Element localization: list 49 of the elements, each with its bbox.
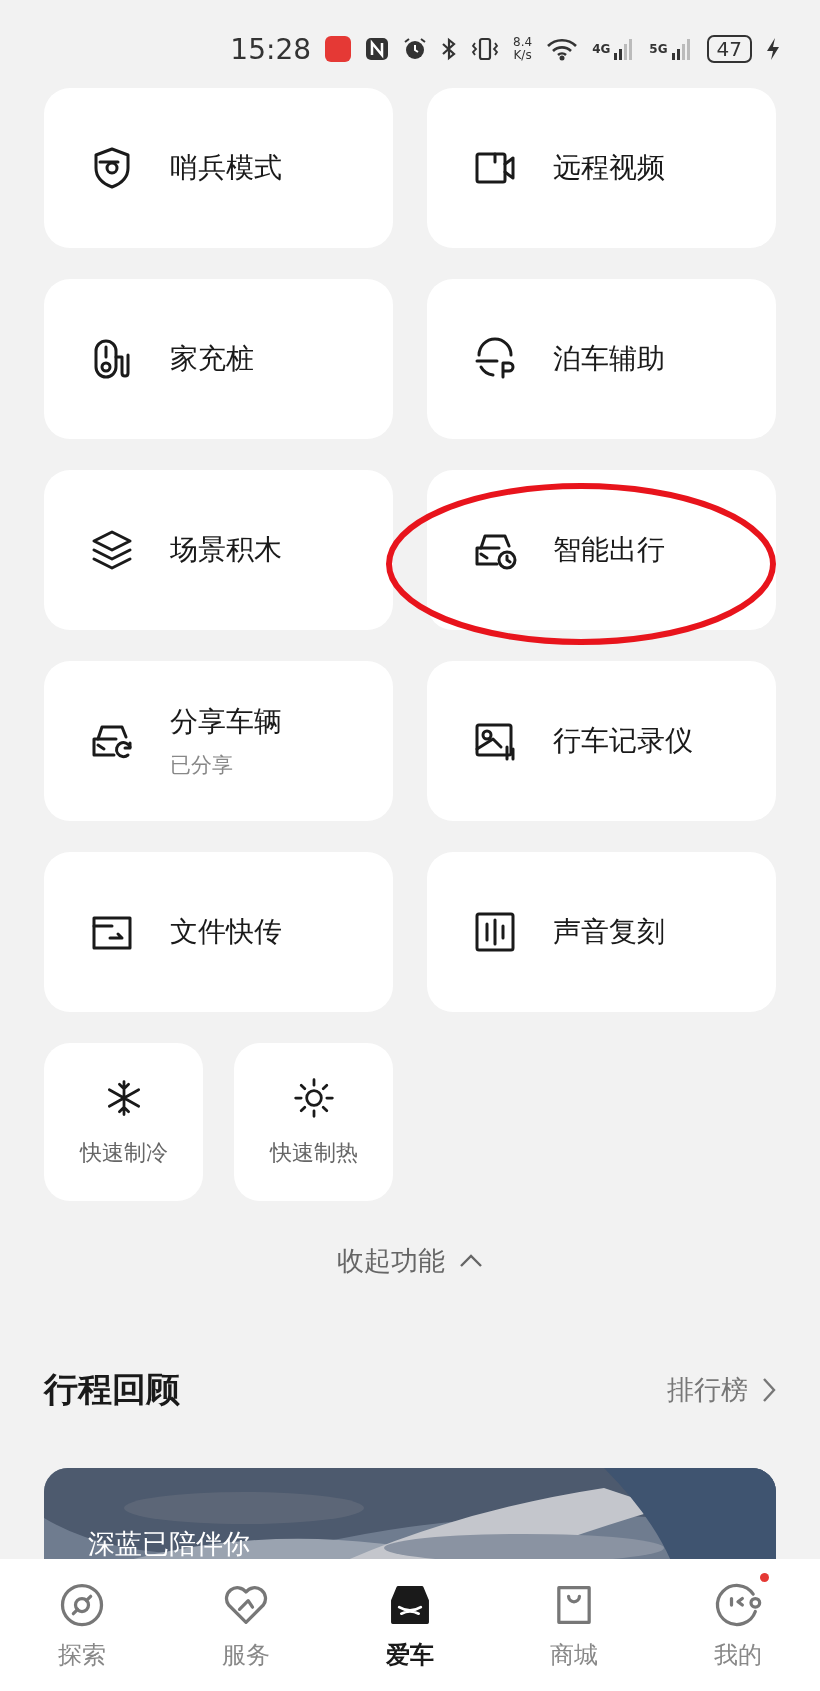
feature-label: 场景积木 [170, 532, 282, 568]
nav-tab[interactable]: 服务 [164, 1559, 328, 1691]
collapse-button[interactable]: 收起功能 [337, 1243, 483, 1279]
feature-label: 行车记录仪 [553, 723, 693, 759]
vibrate-icon [471, 37, 500, 61]
feature-label: 智能出行 [553, 532, 665, 568]
app-notification-icon [325, 36, 352, 62]
nfc-icon [365, 37, 390, 61]
section-title: 行程回顾 [44, 1368, 180, 1411]
quick-action-card[interactable]: 快速制热 [234, 1043, 393, 1201]
feature-card[interactable]: 行车记录仪 [427, 661, 776, 821]
feature-label: 泊车辅助 [553, 341, 665, 377]
feature-card[interactable]: 哨兵模式 [44, 88, 393, 248]
feature-label: 远程视频 [553, 150, 665, 186]
chevron-right-icon [762, 1377, 776, 1403]
feature-label: 分享车辆 [170, 704, 282, 740]
feature-label: 声音复刻 [553, 914, 665, 950]
feature-status: 已分享 [170, 752, 234, 779]
feature-card[interactable]: 文件快传 [44, 852, 393, 1012]
battery-level: 47 [706, 35, 752, 63]
network-speed-value: 8.4 [513, 36, 533, 49]
feature-card[interactable]: 智能出行 [427, 470, 776, 630]
chevron-up-icon [459, 1254, 483, 1268]
status-time: 15:28 [230, 32, 312, 66]
quick-action-label: 快速制冷 [79, 1139, 168, 1167]
feature-card[interactable]: 家充桩 [44, 279, 393, 439]
feature-card[interactable]: 声音复刻 [427, 852, 776, 1012]
feature-card[interactable]: 远程视频 [427, 88, 776, 248]
nav-tab[interactable]: 我的 [656, 1559, 820, 1691]
feature-label: 家充桩 [170, 341, 254, 377]
nav-tab[interactable]: 爱车 [328, 1559, 492, 1691]
feature-card[interactable]: 泊车辅助 [427, 279, 776, 439]
alarm-icon [403, 37, 428, 61]
sun-icon [291, 1076, 336, 1120]
feature-card[interactable]: 场景积木 [44, 470, 393, 630]
quick-action-label: 快速制热 [269, 1139, 358, 1167]
signal-icon [670, 37, 693, 61]
wifi-icon [546, 37, 579, 61]
feature-card[interactable]: 分享车辆 已分享 [44, 661, 393, 821]
quick-action-card[interactable]: 快速制冷 [44, 1043, 203, 1201]
nav-tab[interactable]: 商城 [492, 1559, 656, 1691]
nav-tab[interactable]: 探索 [0, 1559, 164, 1691]
network-type: 5G [649, 42, 668, 56]
network-speed-unit: K/s [513, 49, 532, 62]
ranking-link[interactable]: 排行榜 [667, 1372, 776, 1408]
feature-label: 哨兵模式 [170, 150, 282, 186]
network-type: 4G [592, 42, 611, 56]
feature-label: 文件快传 [170, 914, 282, 950]
bluetooth-icon [441, 37, 458, 61]
